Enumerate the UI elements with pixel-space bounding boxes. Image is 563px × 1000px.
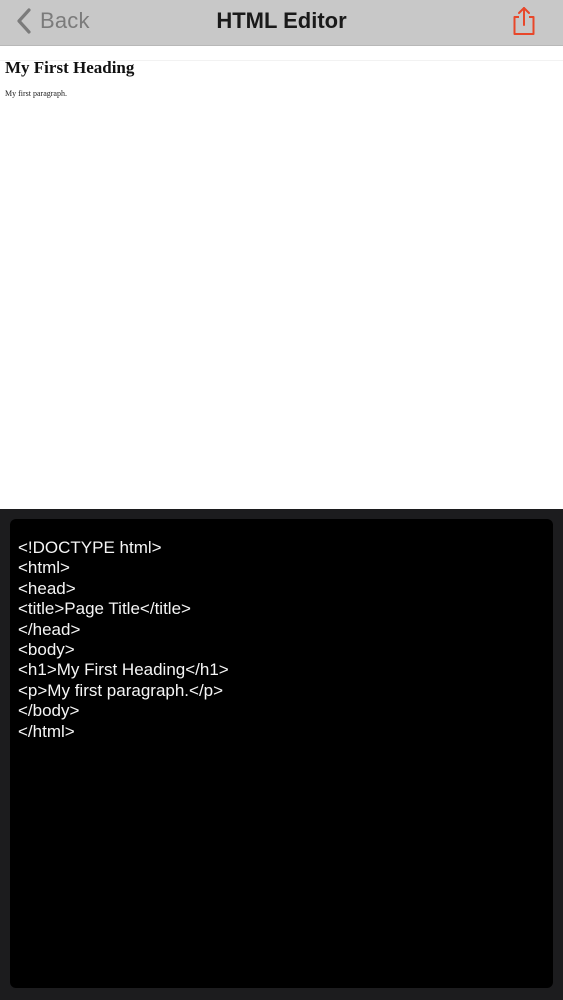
- editor-panel: <!DOCTYPE html> <html> <head> <title>Pag…: [0, 509, 563, 1000]
- back-button-label: Back: [40, 8, 90, 33]
- code-editor-textarea[interactable]: <!DOCTYPE html> <html> <head> <title>Pag…: [10, 519, 553, 988]
- code-line: </body>: [18, 701, 80, 721]
- code-line: <p>My first paragraph.</p>: [18, 680, 224, 700]
- code-line: <html>: [18, 558, 70, 578]
- code-line: </html>: [18, 721, 75, 741]
- back-button[interactable]: Back: [14, 0, 90, 42]
- preview-heading: My First Heading: [5, 58, 135, 77]
- preview-paragraph: My first paragraph.: [5, 89, 67, 98]
- chevron-left-icon: [14, 7, 36, 35]
- html-preview[interactable]: My First Heading My first paragraph.: [0, 46, 563, 509]
- share-icon: [510, 6, 538, 36]
- code-line: <title>Page Title</title>: [18, 599, 191, 619]
- code-line: <head>: [18, 578, 76, 598]
- code-line: </head>: [18, 619, 81, 639]
- code-line: <body>: [18, 640, 75, 660]
- share-button[interactable]: [507, 4, 541, 38]
- code-line: <!DOCTYPE html>: [18, 538, 162, 557]
- navigation-bar: Back HTML Editor: [0, 0, 563, 46]
- code-line: <h1>My First Heading</h1>: [18, 660, 229, 680]
